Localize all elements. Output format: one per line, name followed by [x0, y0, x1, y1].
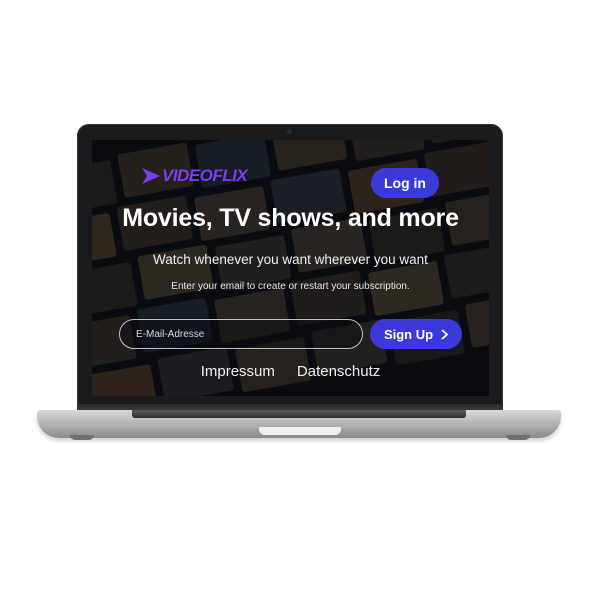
chevron-right-icon [441, 328, 449, 340]
email-placeholder: E-Mail-Adresse [136, 328, 205, 340]
signup-hint: Enter your email to create or restart yo… [171, 281, 410, 292]
laptop-base [37, 410, 561, 438]
keyboard-strip [132, 410, 466, 418]
laptop-mockup: VIDEOFLIX Log in Movies, TV shows, and m… [0, 0, 601, 600]
hero-subtitle: Watch whenever you want wherever you wan… [153, 252, 428, 267]
email-field[interactable]: E-Mail-Adresse [119, 319, 363, 349]
brand-name: VIDEOFLIX [162, 166, 248, 185]
trackpad-notch [259, 427, 341, 435]
laptop-foot [506, 435, 530, 440]
camera-icon [287, 129, 292, 134]
laptop-lid: VIDEOFLIX Log in Movies, TV shows, and m… [77, 124, 503, 408]
brand-logo[interactable]: VIDEOFLIX [142, 166, 248, 186]
laptop-screen: VIDEOFLIX Log in Movies, TV shows, and m… [92, 140, 489, 396]
impressum-link[interactable]: Impressum [201, 363, 275, 380]
footer-links: Impressum Datenschutz [92, 363, 489, 380]
signup-label: Sign Up [383, 326, 434, 342]
play-chevron-icon [142, 168, 160, 184]
datenschutz-link[interactable]: Datenschutz [297, 363, 380, 380]
hero-title: Movies, TV shows, and more [122, 204, 459, 232]
signup-button[interactable]: Sign Up [370, 319, 462, 349]
laptop-foot [70, 435, 94, 440]
login-button[interactable]: Log in [371, 168, 439, 198]
